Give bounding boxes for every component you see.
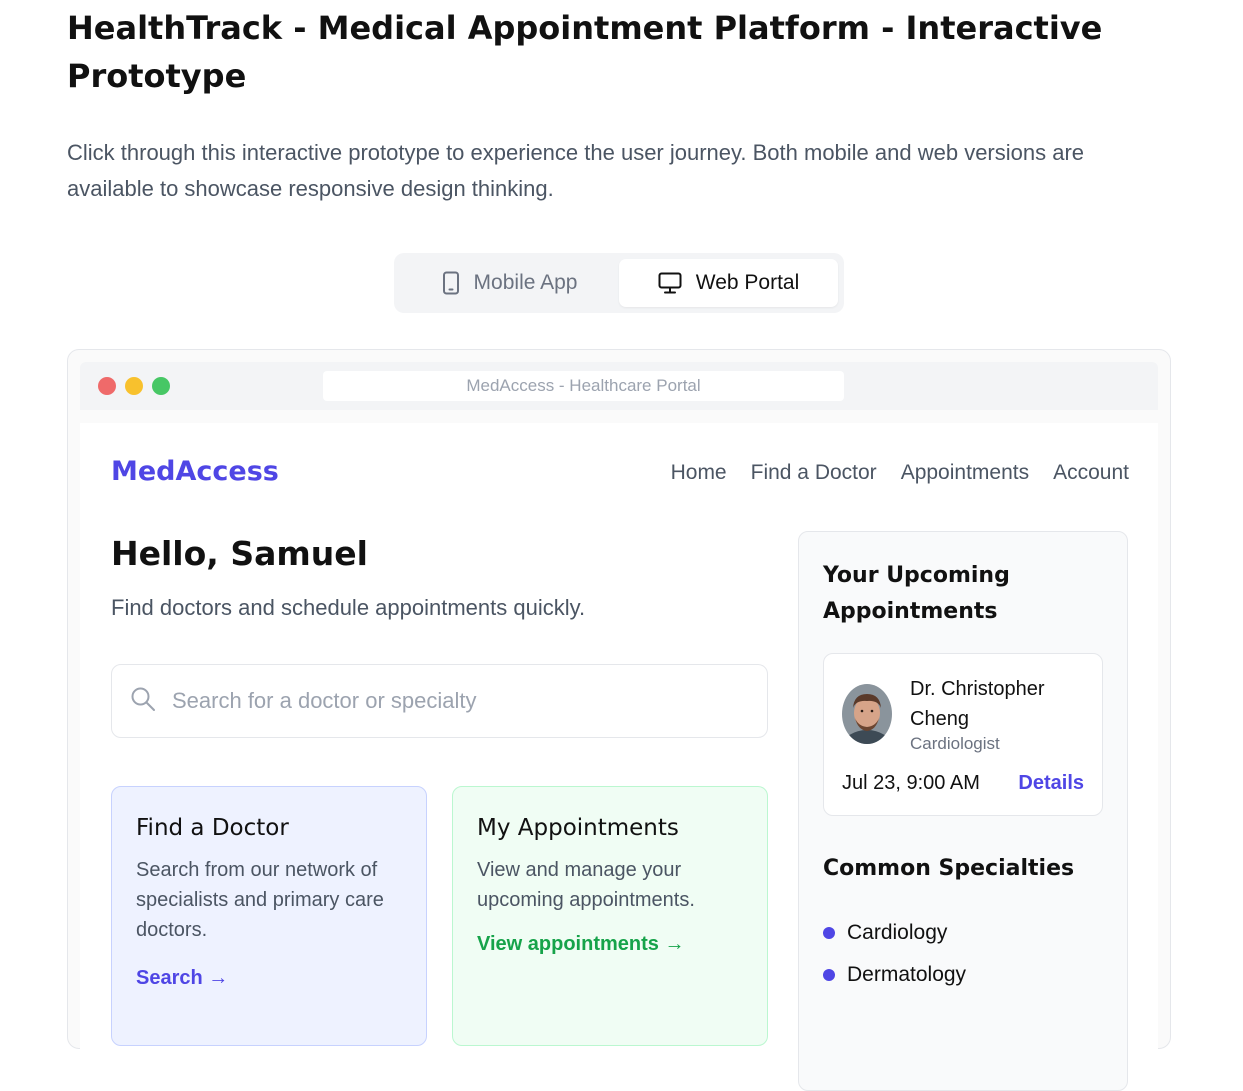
find-doctor-card[interactable]: Find a Doctor Search from our network of… — [111, 786, 427, 1046]
web-portal-tab[interactable]: Web Portal — [619, 259, 838, 307]
upcoming-appointments-title: Your Upcoming Appointments — [823, 563, 1010, 624]
portal-page: MedAccess Home Find a Doctor Appointment… — [80, 423, 1158, 1091]
bullet-icon — [823, 927, 835, 939]
window-minimize-dot — [125, 377, 143, 395]
greeting-subtext: Find doctors and schedule appointments q… — [111, 595, 586, 620]
web-portal-label: Web Portal — [695, 271, 800, 294]
nav-appointments[interactable]: Appointments — [901, 461, 1029, 485]
doctor-name: Dr. Christopher Cheng — [910, 678, 1045, 730]
browser-bar: MedAccess - Healthcare Portal — [80, 362, 1158, 410]
card-title: Find a Doctor — [136, 815, 289, 841]
smartphone-icon — [442, 271, 460, 295]
page-intro: Click through this interactive prototype… — [67, 140, 1085, 201]
window-close-dot — [98, 377, 116, 395]
card-title: My Appointments — [477, 815, 679, 841]
nav-home[interactable]: Home — [671, 461, 727, 485]
doctor-specialty: Cardiologist — [910, 734, 1000, 753]
window-maximize-dot — [152, 377, 170, 395]
brand-logo[interactable]: MedAccess — [111, 456, 279, 487]
search-input[interactable] — [170, 687, 730, 715]
address-bar: MedAccess - Healthcare Portal — [323, 371, 844, 401]
specialty-label: Dermatology — [847, 963, 967, 986]
specialties-list: Cardiology Dermatology — [823, 912, 966, 996]
search-icon — [130, 686, 156, 717]
greeting: Hello, Samuel — [111, 534, 368, 573]
search-box — [111, 664, 768, 738]
view-appointments-link[interactable]: View appointments → — [477, 933, 684, 956]
card-description: View and manage your upcoming appointmen… — [477, 859, 695, 911]
my-appointments-card[interactable]: My Appointments View and manage your upc… — [452, 786, 768, 1046]
bullet-icon — [823, 969, 835, 981]
appointment-details-link[interactable]: Details — [1018, 772, 1084, 795]
nav-find-a-doctor[interactable]: Find a Doctor — [751, 461, 877, 485]
sidebar: Your Upcoming Appointments Dr. Christoph… — [798, 531, 1128, 1091]
card-description: Search from our network of specialists a… — [136, 859, 384, 941]
specialty-item[interactable]: Cardiology — [823, 912, 966, 954]
appointment-card: Dr. Christopher Cheng Cardiologist Jul 2… — [823, 653, 1103, 816]
appointment-time: Jul 23, 9:00 AM — [842, 772, 980, 794]
mobile-app-tab[interactable]: Mobile App — [400, 259, 619, 307]
mobile-app-label: Mobile App — [473, 271, 578, 294]
doctor-avatar — [842, 684, 892, 744]
specialties-title: Common Specialties — [823, 856, 1075, 881]
specialty-label: Cardiology — [847, 921, 948, 944]
main-nav: Home Find a Doctor Appointments Account — [671, 461, 1129, 485]
nav-account[interactable]: Account — [1053, 461, 1129, 485]
specialty-item[interactable]: Dermatology — [823, 954, 966, 996]
monitor-icon — [658, 272, 682, 294]
page-title: HealthTrack - Medical Appointment Platfo… — [67, 9, 1103, 95]
platform-toggle: Mobile App Web Portal — [394, 253, 844, 313]
prototype-frame: MedAccess - Healthcare Portal MedAccess … — [67, 349, 1171, 1091]
search-doctors-link[interactable]: Search → — [136, 967, 228, 990]
